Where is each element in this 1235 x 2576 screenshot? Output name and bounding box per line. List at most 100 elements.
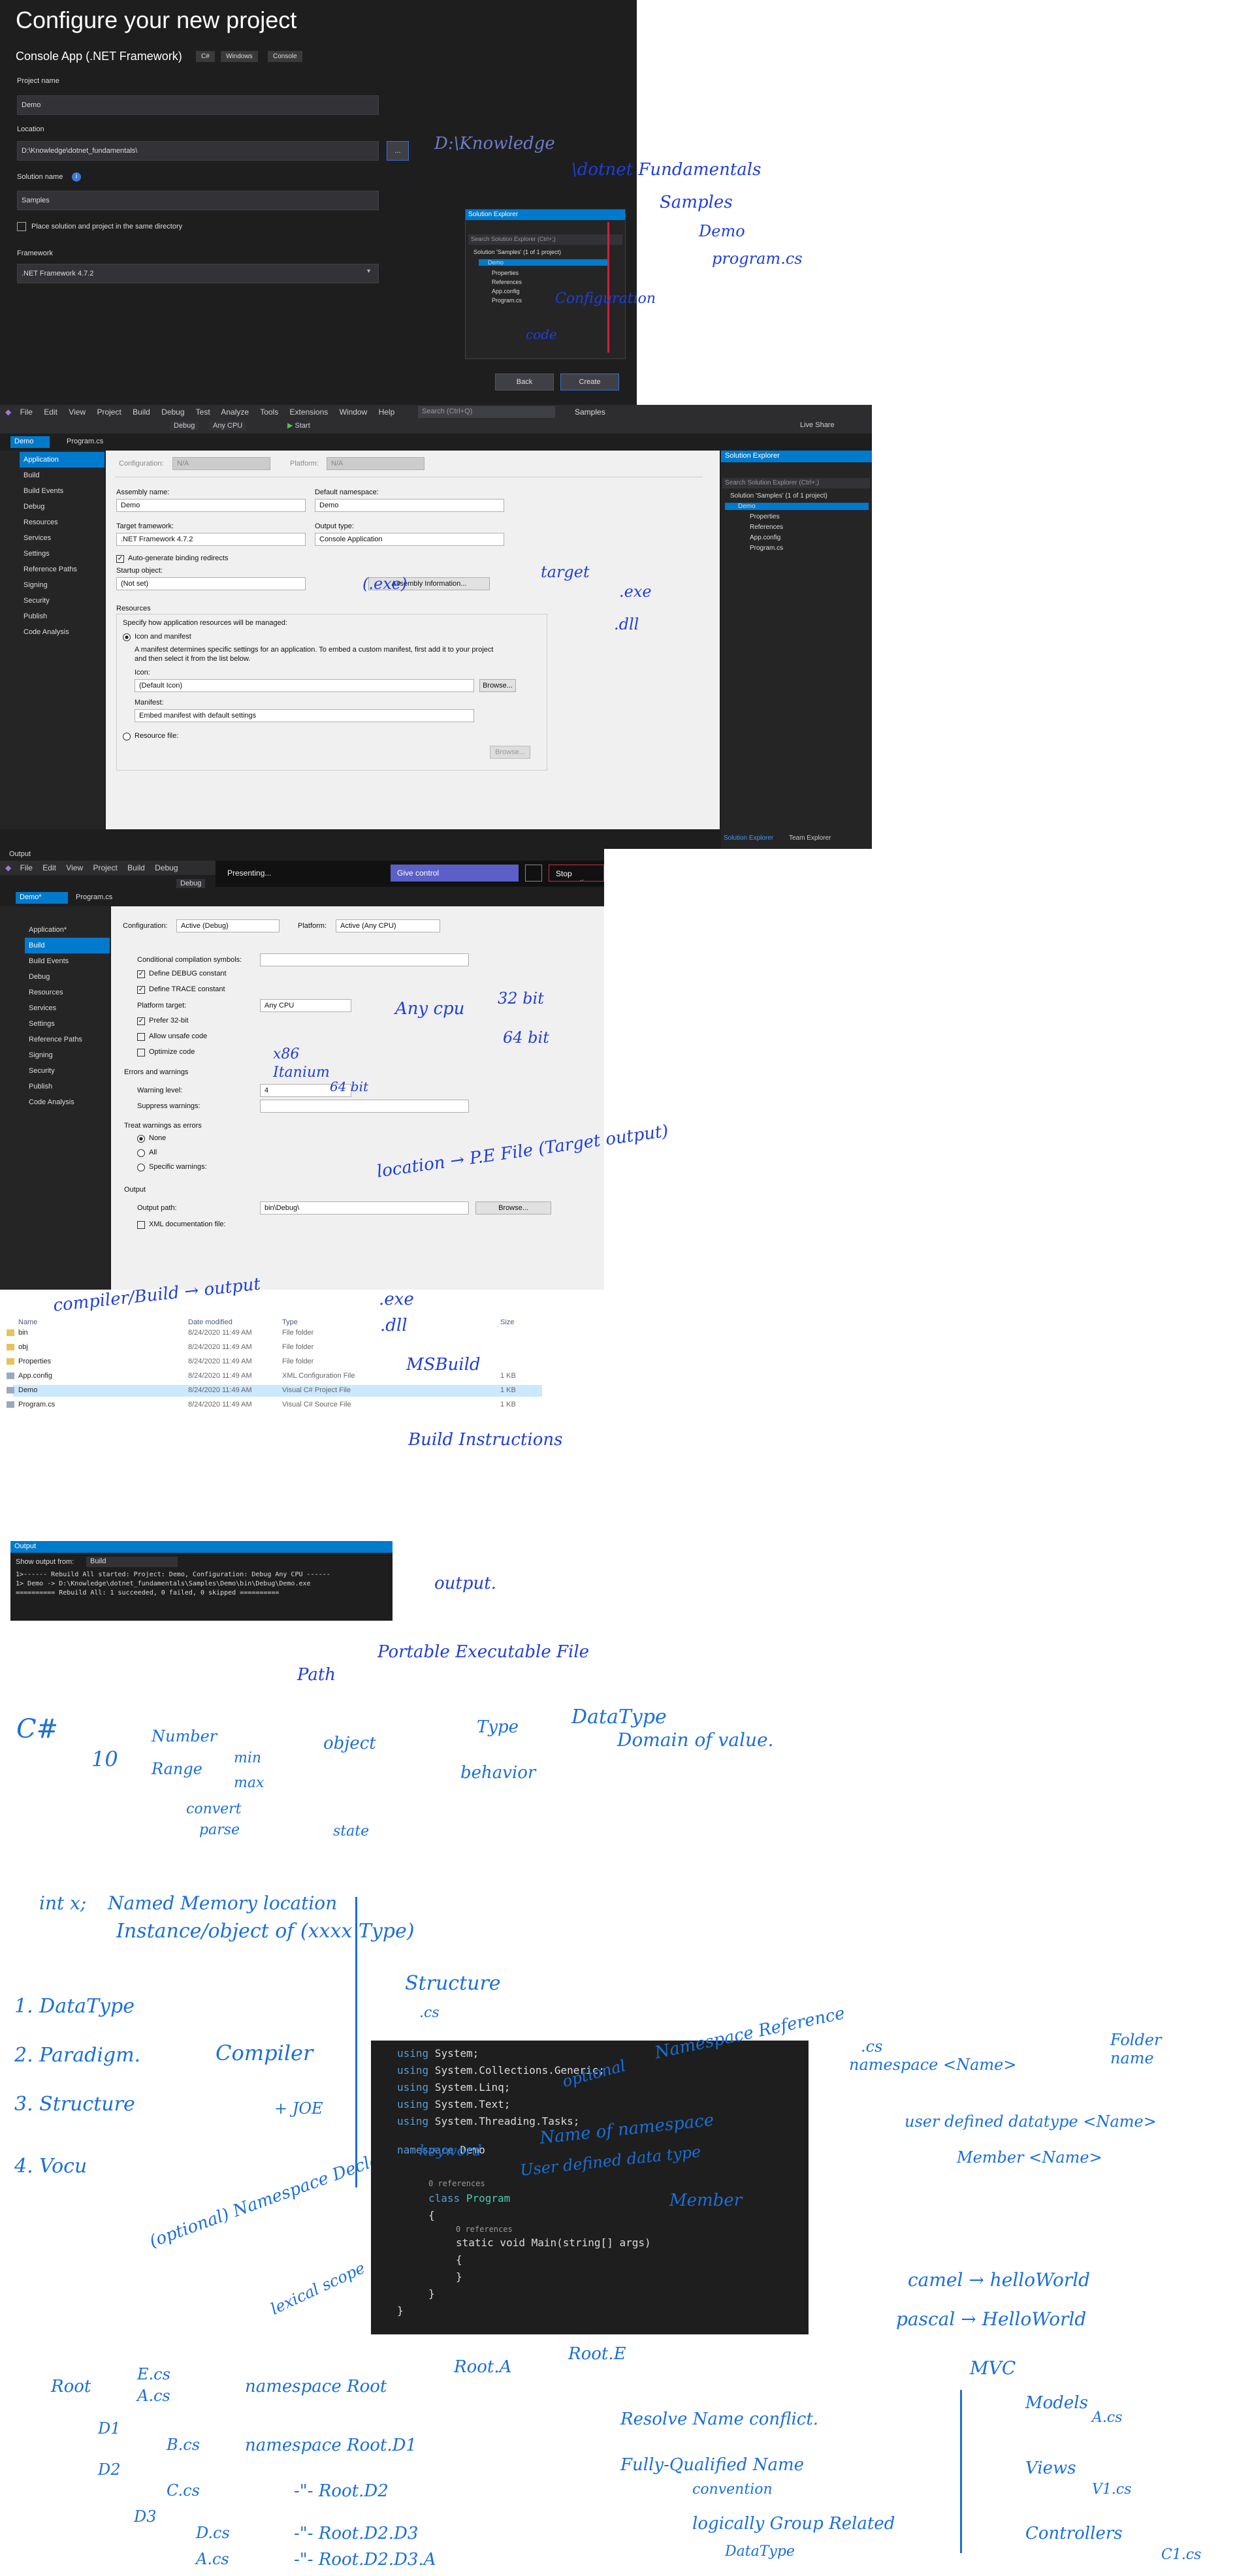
platform-select-props[interactable]: N/A xyxy=(327,457,425,470)
target-select[interactable]: .NET Framework 4.7.2 xyxy=(116,533,306,546)
nav-services[interactable]: Services xyxy=(20,530,104,546)
nav-settings[interactable]: Settings xyxy=(20,546,104,562)
create-button[interactable]: Create xyxy=(560,374,619,390)
bnav-application[interactable]: Application* xyxy=(25,922,110,938)
explorer-tab-solution[interactable]: Solution Explorer xyxy=(724,835,773,842)
icon-select[interactable]: (Default Icon) xyxy=(135,679,474,692)
stop-presenting-button[interactable]: Stop presenting xyxy=(549,865,604,882)
menu-view[interactable]: View xyxy=(69,407,86,417)
nav-security[interactable]: Security xyxy=(20,593,104,609)
ccs-input[interactable] xyxy=(260,953,469,966)
bnav-settings[interactable]: Settings xyxy=(25,1016,110,1032)
nav-code-analysis[interactable]: Code Analysis xyxy=(20,624,104,640)
b-configuration-select[interactable]: Active (Debug) xyxy=(176,919,280,932)
namespace-input[interactable]: Demo xyxy=(315,499,504,512)
output-tab[interactable]: Output xyxy=(9,850,31,858)
give-control-button[interactable]: Give control xyxy=(391,865,519,882)
icon-browse-button[interactable]: Browse... xyxy=(479,679,516,692)
specific-radio[interactable] xyxy=(137,1164,145,1171)
vs-explorer-search[interactable]: Search Solution Explorer (Ctrl+;) xyxy=(722,478,870,488)
bnav-security[interactable]: Security xyxy=(25,1063,110,1079)
file-row-3-col-0[interactable]: App.config xyxy=(18,1372,52,1380)
all-radio[interactable] xyxy=(137,1149,145,1157)
build-menu-project[interactable]: Project xyxy=(93,863,117,872)
menu-window[interactable]: Window xyxy=(340,407,368,417)
output-browse-button[interactable]: Browse... xyxy=(475,1201,551,1215)
solution-name-input[interactable]: Samples xyxy=(17,191,379,210)
build-menu-build[interactable]: Build xyxy=(127,863,145,872)
bnav-signing[interactable]: Signing xyxy=(25,1047,110,1063)
icon-manifest-radio[interactable] xyxy=(123,633,131,641)
tree-demo[interactable]: Demo xyxy=(479,259,609,266)
same-dir-checkbox[interactable] xyxy=(17,222,26,231)
back-button[interactable]: Back xyxy=(495,374,554,390)
menu-build[interactable]: Build xyxy=(133,407,150,417)
prefer32-checkbox[interactable]: ✓ xyxy=(137,1017,145,1025)
file-row-5-col-0[interactable]: Program.cs xyxy=(18,1401,55,1408)
trace-const-checkbox[interactable]: ✓ xyxy=(137,986,145,994)
nav-application[interactable]: Application xyxy=(20,452,104,468)
optimize-checkbox[interactable] xyxy=(137,1049,145,1057)
build-tab-demo[interactable]: Demo* xyxy=(16,892,68,904)
file-row-4-col-0[interactable]: Demo xyxy=(18,1386,37,1394)
doc-tab-program[interactable]: Program.cs xyxy=(63,436,115,448)
bnav-publish[interactable]: Publish xyxy=(25,1079,110,1094)
menu-debug[interactable]: Debug xyxy=(161,407,184,417)
output-type-select[interactable]: Console Application xyxy=(315,533,504,546)
resource-file-radio[interactable] xyxy=(123,733,131,740)
nav-build-events[interactable]: Build Events xyxy=(20,483,104,499)
menu-analyze[interactable]: Analyze xyxy=(221,407,249,417)
nav-build[interactable]: Build xyxy=(20,468,104,483)
nav-reference-paths[interactable]: Reference Paths xyxy=(20,562,104,577)
auto-gen-checkbox[interactable]: ✓ xyxy=(116,555,124,563)
output-path-input[interactable]: bin\Debug\ xyxy=(260,1201,469,1215)
framework-select[interactable]: .NET Framework 4.7.2 xyxy=(17,264,379,283)
tree-references[interactable]: References xyxy=(492,279,522,285)
debug-const-checkbox[interactable]: ✓ xyxy=(137,970,145,978)
startup-select[interactable]: (Not set) xyxy=(116,577,306,590)
menu-file[interactable]: File xyxy=(20,407,33,417)
resource-browse-button[interactable]: Browse... xyxy=(490,746,530,759)
vs-tree-properties[interactable]: Properties xyxy=(750,513,780,520)
mini-explorer-search[interactable]: Search Solution Explorer (Ctrl+;) xyxy=(468,234,622,245)
project-name-input[interactable]: Demo xyxy=(17,95,379,115)
platform-target-select[interactable]: Any CPU xyxy=(260,999,351,1012)
present-icon[interactable] xyxy=(525,865,542,882)
tree-programcs[interactable]: Program.cs xyxy=(492,297,522,304)
file-row-1-col-0[interactable]: obj xyxy=(18,1343,28,1351)
show-from-select[interactable]: Build xyxy=(86,1557,178,1567)
suppress-input[interactable] xyxy=(260,1100,469,1113)
start-button[interactable]: ▶ Start xyxy=(287,421,310,430)
vs-tree-demo[interactable]: Demo xyxy=(725,503,869,510)
manifest-select[interactable]: Embed manifest with default settings xyxy=(135,709,474,722)
doc-tab-demo[interactable]: Demo xyxy=(10,436,50,448)
file-row-2-col-0[interactable]: Properties xyxy=(18,1358,51,1365)
tree-properties[interactable]: Properties xyxy=(492,270,519,276)
col-type[interactable]: Type xyxy=(282,1318,298,1326)
nav-publish[interactable]: Publish xyxy=(20,609,104,624)
xml-doc-checkbox[interactable] xyxy=(137,1221,145,1229)
tree-solution[interactable]: Solution 'Samples' (1 of 1 project) xyxy=(473,249,561,255)
vs-tree-references[interactable]: References xyxy=(750,524,783,531)
vs-tree-programcs[interactable]: Program.cs xyxy=(750,545,783,552)
platform-select[interactable]: Any CPU xyxy=(209,421,247,430)
assembly-input[interactable]: Demo xyxy=(116,499,306,512)
unsafe-checkbox[interactable] xyxy=(137,1033,145,1041)
location-input[interactable]: D:\Knowledge\dotnet_fundamentals\ xyxy=(17,141,379,161)
vs-tree-appconfig[interactable]: App.config xyxy=(750,534,780,541)
menu-extensions[interactable]: Extensions xyxy=(290,407,329,417)
bnav-debug[interactable]: Debug xyxy=(25,969,110,985)
menu-tools[interactable]: Tools xyxy=(260,407,278,417)
menu-project[interactable]: Project xyxy=(97,407,121,417)
vs-search[interactable]: Search (Ctrl+Q) xyxy=(418,406,555,418)
configuration-select[interactable]: N/A xyxy=(172,457,270,470)
menu-test[interactable]: Test xyxy=(196,407,210,417)
menu-help[interactable]: Help xyxy=(379,407,395,417)
live-share-button[interactable]: Live Share xyxy=(800,421,835,429)
build-menu-view[interactable]: View xyxy=(66,863,83,872)
bnav-build[interactable]: Build xyxy=(25,938,110,953)
b-platform-select[interactable]: Active (Any CPU) xyxy=(336,919,440,932)
bnav-build-events[interactable]: Build Events xyxy=(25,953,110,969)
build-menu-file[interactable]: File xyxy=(20,863,33,872)
col-name[interactable]: Name xyxy=(18,1318,37,1326)
